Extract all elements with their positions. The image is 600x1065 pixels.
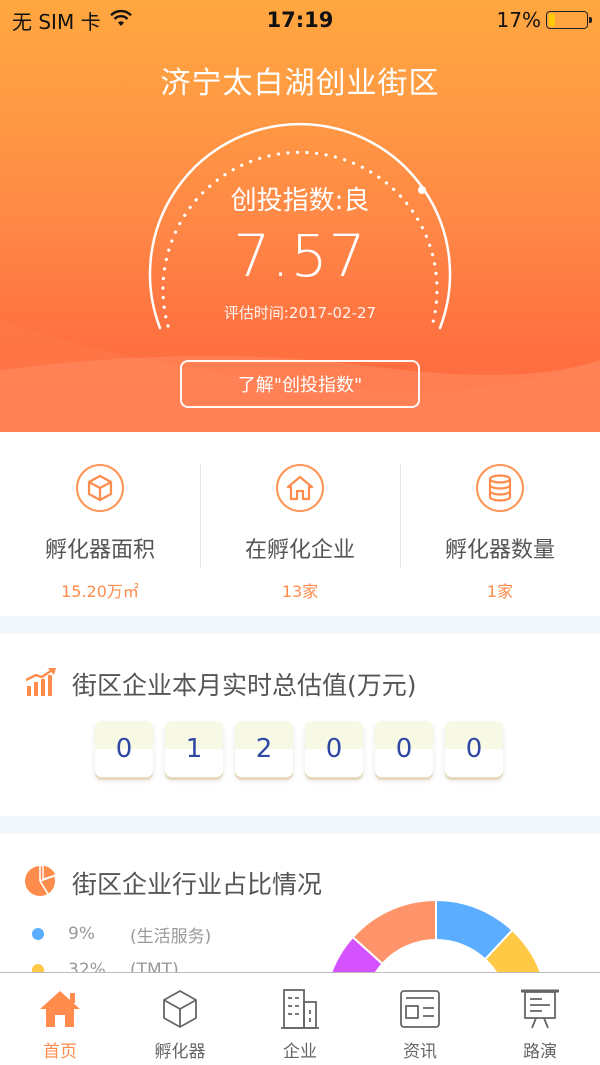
stat-value: 1家 [486,582,514,601]
tab-label: 企业 [283,1042,317,1062]
stat-label: 孵化器面积 [44,538,155,563]
presentation-board-icon [518,987,562,1031]
counter-digit: 2 [235,721,293,777]
cube-icon [76,464,124,512]
pie-chart-icon [24,864,58,902]
bottom-tab-bar: 首页 孵化器 企业 资讯 路演 [0,972,600,1065]
stat-value: 15.20万㎡ [61,582,139,601]
learn-index-button[interactable]: 了解"创投指数" [180,360,420,408]
battery-level-fill [549,14,556,26]
stat-label: 在孵化企业 [244,538,355,563]
counter-digit: 1 [165,721,223,777]
cube-icon [158,987,202,1031]
tab-companies[interactable]: 企业 [240,973,360,1065]
counter-digit: 0 [375,721,433,777]
battery-percent: 17% [496,8,541,32]
growth-chart-icon [24,666,58,702]
counter-digit: 0 [445,721,503,777]
tab-home[interactable]: 首页 [0,973,120,1065]
stat-value: 13家 [281,582,319,601]
stat-incubator-count[interactable]: 孵化器数量 1家 [400,432,600,616]
legend-dot [32,928,44,940]
section-divider [0,816,600,834]
wifi-icon [109,8,133,32]
tab-label: 首页 [43,1042,77,1062]
legend-percent: 9% [68,924,95,944]
hero-header: 无 SIM 卡 17:19 17% 济宁太白湖创业街区 创投指数:良 7.57 [0,0,600,432]
tab-label: 路演 [523,1042,557,1062]
counter-digit: 0 [305,721,363,777]
stat-incubating-companies[interactable]: 在孵化企业 13家 [200,432,400,616]
page-title: 济宁太白湖创业街区 [160,66,440,101]
tab-label: 孵化器 [154,1042,206,1062]
building-icon [278,987,322,1031]
database-icon [476,464,524,512]
legend-item: 9% (生活服务) [32,916,211,952]
tab-incubator[interactable]: 孵化器 [120,973,240,1065]
valuation-title: 街区企业本月实时总估值(万元) [72,671,417,700]
evaluation-date: 评估时间:2017-02-27 [223,304,377,322]
house-icon [276,464,324,512]
news-icon [398,987,442,1031]
industry-title: 街区企业行业占比情况 [72,870,323,899]
section-divider [0,616,600,634]
valuation-header: 街区企业本月实时总估值(万元) [24,666,417,702]
valuation-counter: 0 1 2 0 0 0 [95,721,503,777]
stat-incubator-area[interactable]: 孵化器面积 15.20万㎡ [0,432,200,616]
industry-donut-chart [330,900,545,980]
battery-icon [546,11,592,29]
carrier-text: 无 SIM 卡 [12,9,101,34]
home-icon [38,987,82,1031]
legend-name: (生活服务) [130,926,212,947]
index-value: 7.57 [233,222,367,290]
status-bar: 无 SIM 卡 17:19 17% [0,0,600,40]
counter-digit: 0 [95,721,153,777]
tab-roadshow[interactable]: 路演 [480,973,600,1065]
industry-header: 街区企业行业占比情况 [24,864,322,902]
index-rating: 创投指数:良 [230,186,370,216]
stats-row: 孵化器面积 15.20万㎡ 在孵化企业 13家 孵化器数量 1家 [0,432,600,616]
tab-news[interactable]: 资讯 [360,973,480,1065]
tab-label: 资讯 [403,1042,437,1062]
stat-label: 孵化器数量 [444,538,555,563]
